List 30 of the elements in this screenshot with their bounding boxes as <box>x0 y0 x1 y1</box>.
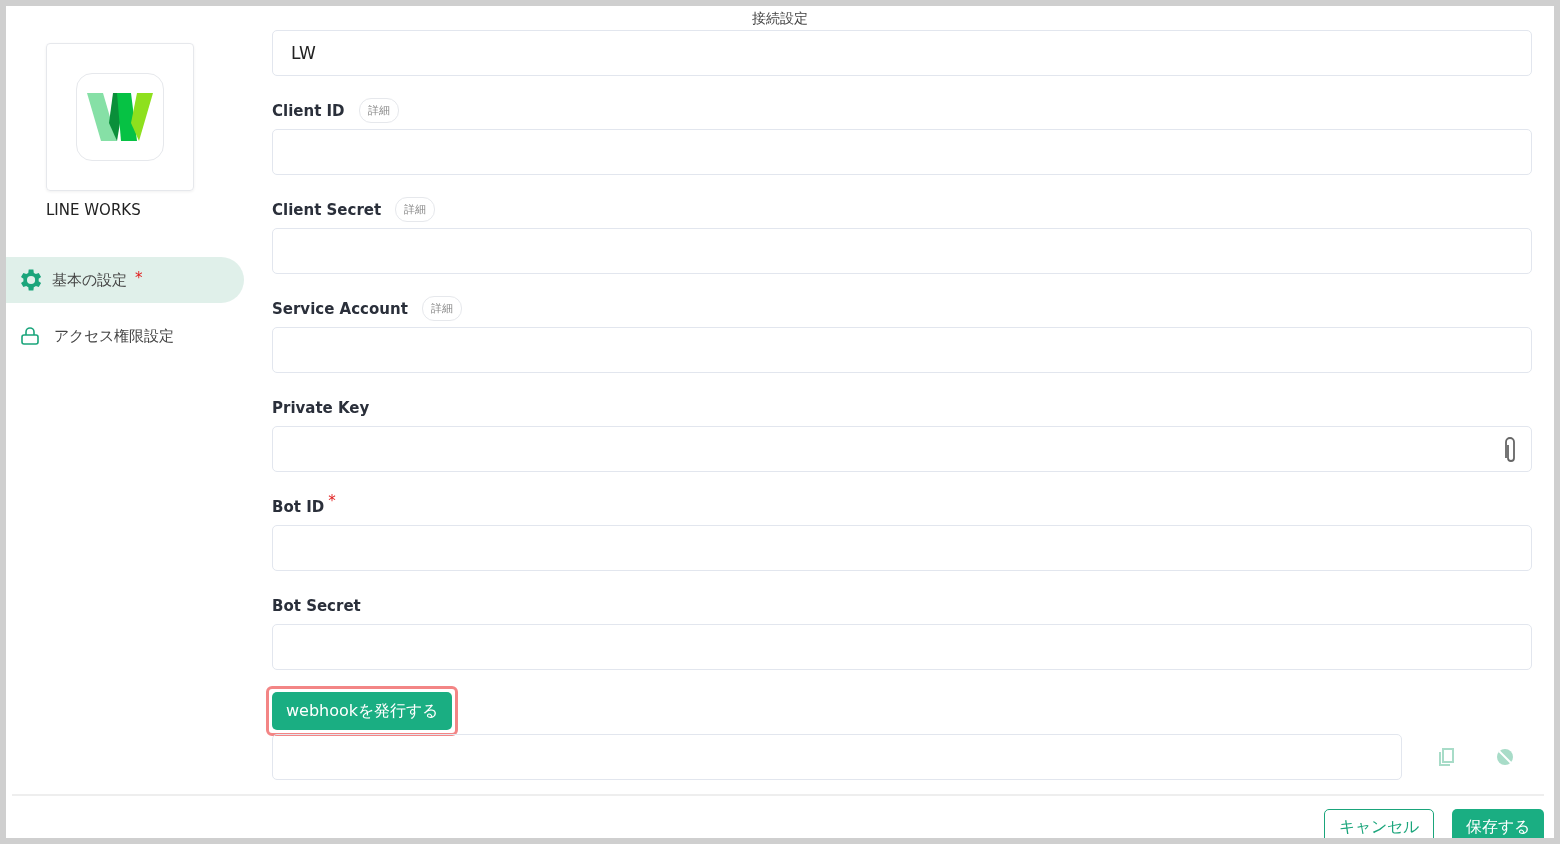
field-label: Bot Secret <box>272 596 361 615</box>
input-field[interactable] <box>272 228 1532 274</box>
input-field[interactable] <box>272 327 1532 373</box>
copy-icon[interactable] <box>1438 748 1454 766</box>
cancel-button[interactable]: キャンセル <box>1324 809 1434 838</box>
app-name: LINE WORKS <box>46 201 141 219</box>
input-field[interactable] <box>272 525 1532 571</box>
save-button[interactable]: 保存する <box>1452 809 1544 838</box>
lock-icon <box>20 326 40 346</box>
required-mark: * <box>328 492 336 510</box>
detail-badge[interactable]: 詳細 <box>358 98 399 123</box>
field-label: Service Account <box>272 299 408 318</box>
detail-badge[interactable]: 詳細 <box>395 197 436 222</box>
input-field[interactable] <box>272 129 1532 175</box>
dialog-title: 接続設定 <box>752 9 808 28</box>
field-label: Bot ID <box>272 497 325 516</box>
field-label: Client Secret <box>272 200 382 219</box>
nav-item[interactable]: アクセス権限設定 <box>6 313 244 359</box>
webhook-url-field[interactable] <box>272 734 1402 780</box>
input-field[interactable] <box>272 624 1532 670</box>
w-logo-icon <box>87 93 153 141</box>
issue-webhook-button[interactable]: webhookを発行する <box>272 692 453 730</box>
input-field[interactable] <box>272 426 1532 472</box>
field-label: Private Key <box>272 398 370 417</box>
detail-badge[interactable]: 詳細 <box>421 296 462 321</box>
field-label: Client ID <box>272 101 345 120</box>
required-mark: * <box>135 269 143 287</box>
nav-item[interactable]: 基本の設定 * <box>6 257 244 303</box>
paperclip-icon[interactable] <box>1503 435 1517 463</box>
input-field[interactable]: LW <box>272 30 1532 76</box>
